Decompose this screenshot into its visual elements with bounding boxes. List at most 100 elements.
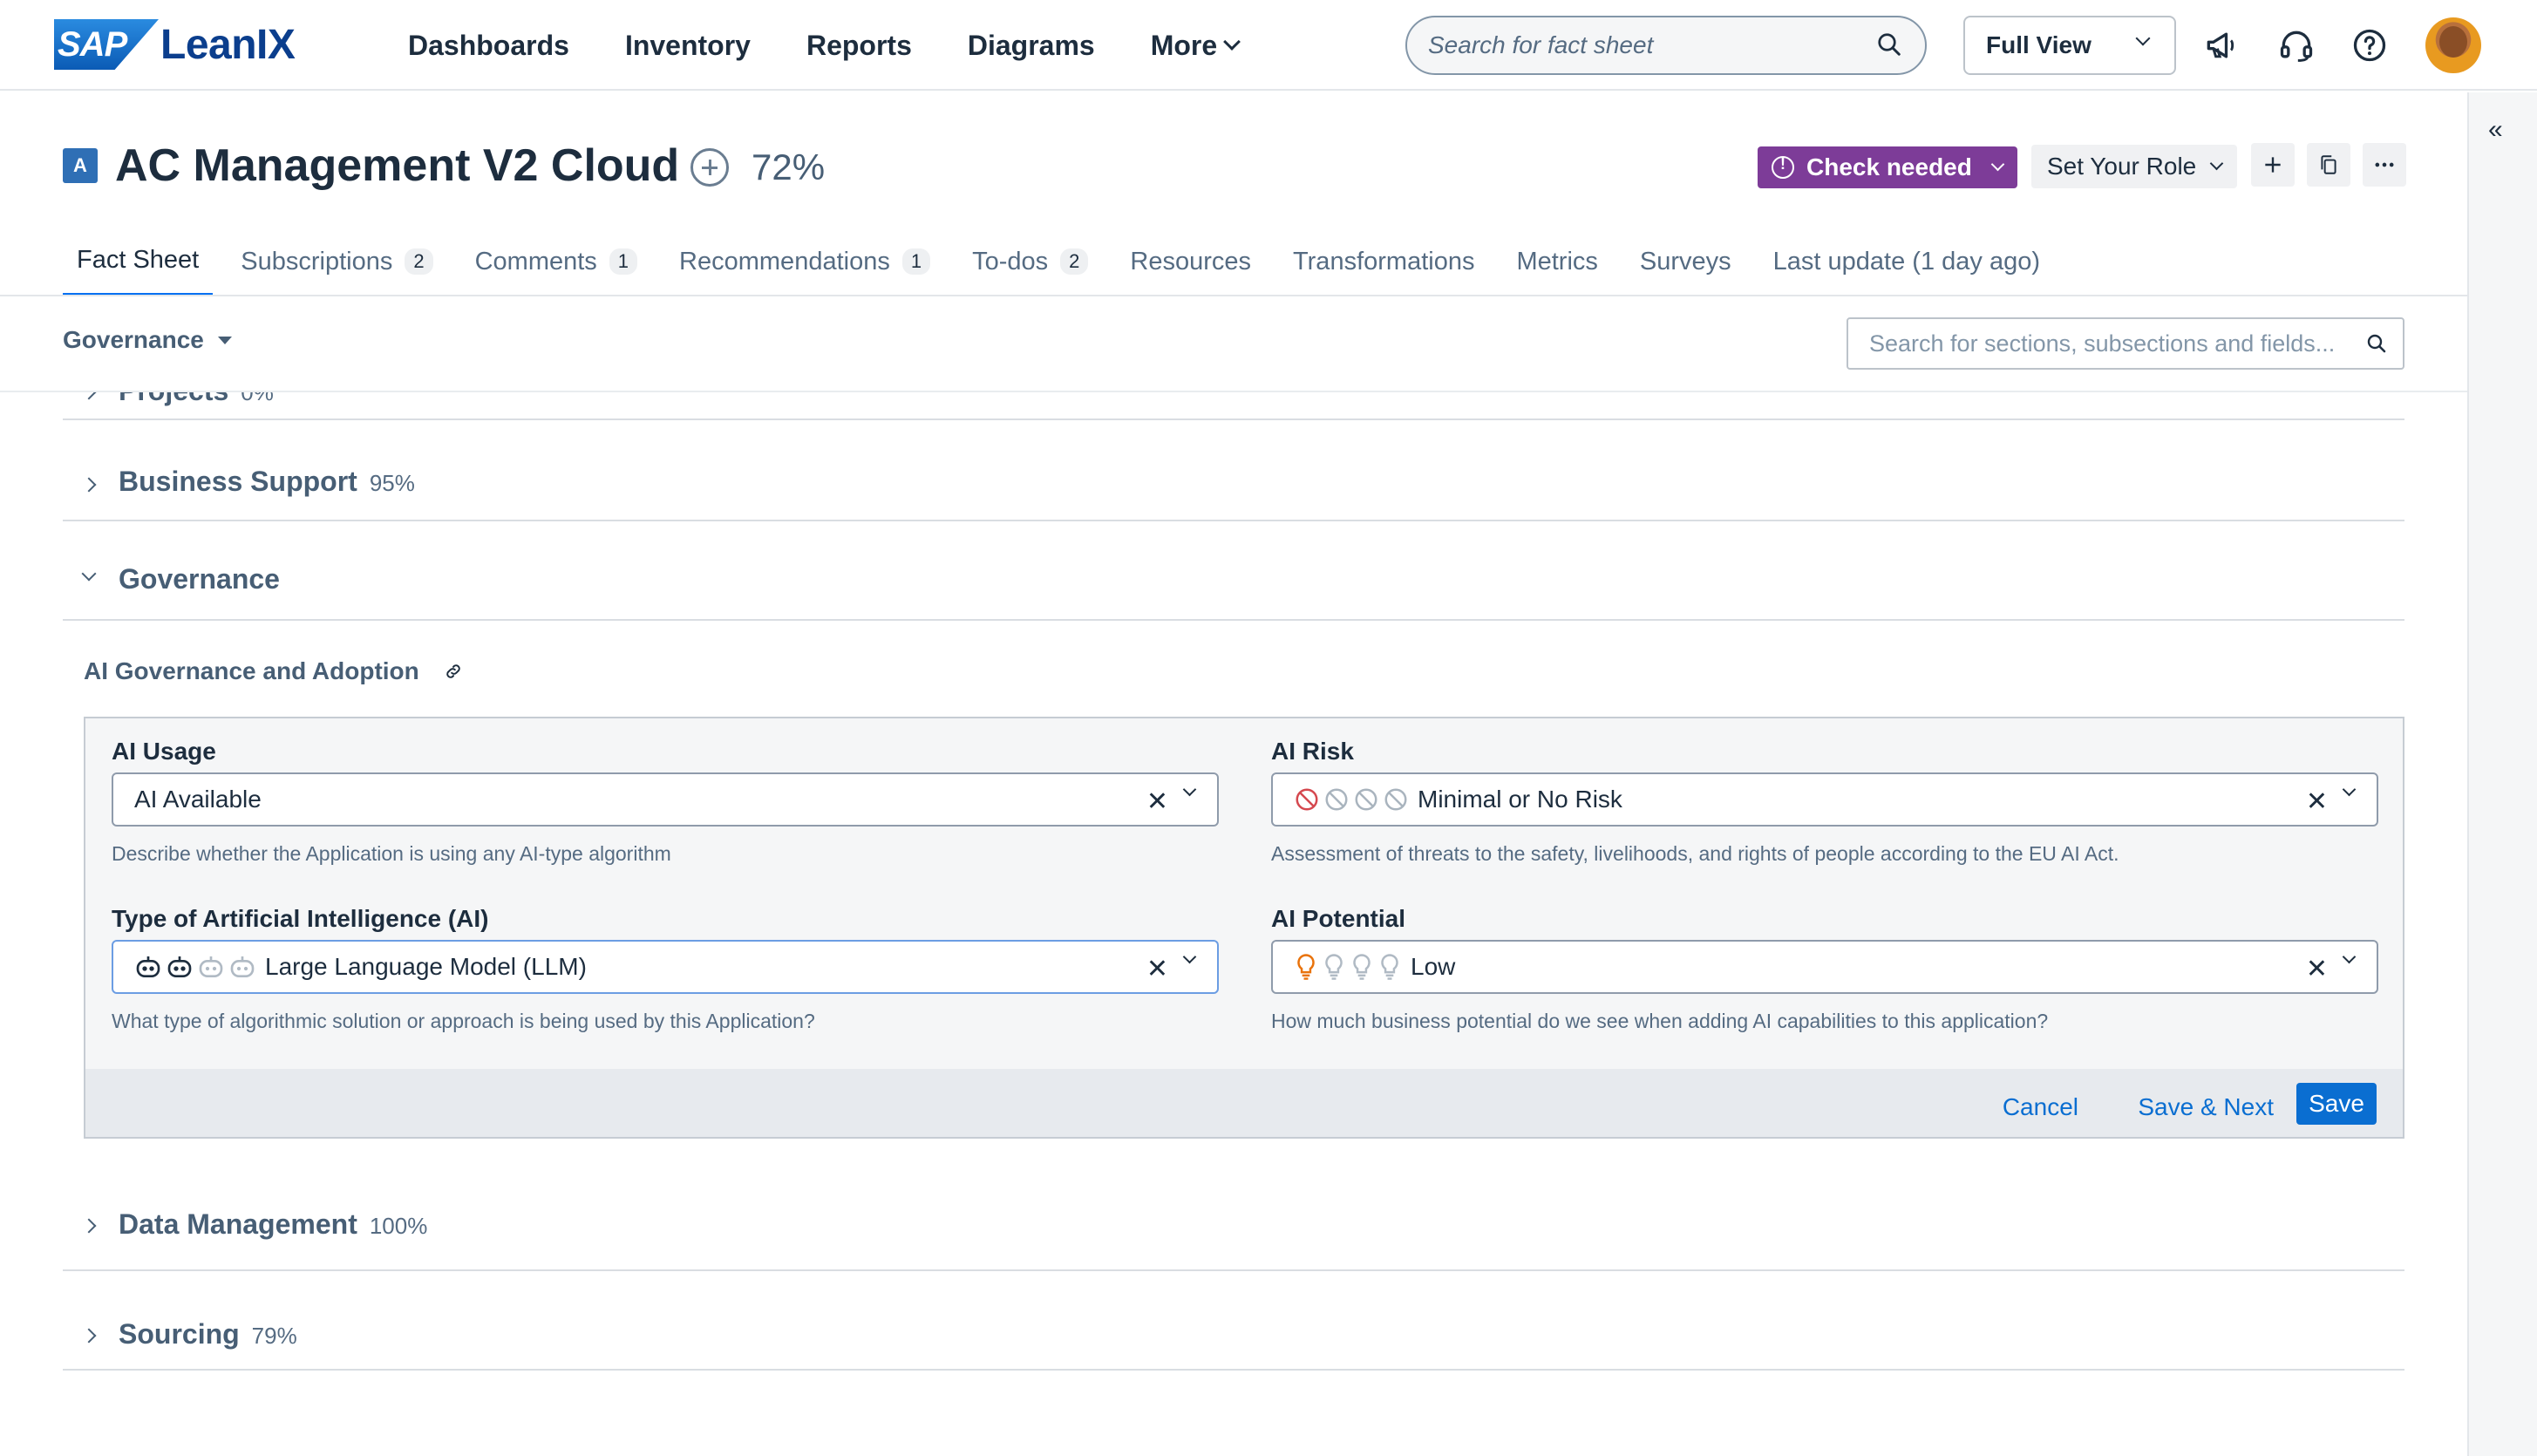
tab-fact-sheet[interactable]: Fact Sheet bbox=[63, 227, 214, 296]
risk-level-icons bbox=[1294, 786, 1409, 813]
field-label: AI Potential bbox=[1271, 905, 1406, 932]
ai-type-select[interactable]: Large Language Model (LLM) ✕ bbox=[112, 940, 1219, 994]
section-select[interactable]: Governance bbox=[63, 326, 232, 354]
tab-count-badge: 2 bbox=[1060, 248, 1089, 275]
section-search-input[interactable] bbox=[1848, 319, 2354, 368]
section-search bbox=[1847, 317, 2404, 370]
ai-usage-select[interactable]: AI Available ✕ bbox=[112, 772, 1219, 827]
clear-icon[interactable]: ✕ bbox=[1146, 786, 1168, 817]
top-navigation: SAP LeanIX Dashboards Inventory Reports … bbox=[0, 0, 2537, 91]
fact-sheet-search-input[interactable] bbox=[1407, 17, 1843, 73]
subsection-title: AI Governance and Adoption bbox=[84, 657, 463, 685]
chevron-down-icon[interactable] bbox=[2342, 782, 2357, 797]
chevron-right-icon bbox=[81, 1218, 97, 1234]
set-role-button[interactable]: Set Your Role bbox=[2031, 145, 2237, 188]
field-label: AI Risk bbox=[1271, 738, 1354, 765]
help-icon[interactable] bbox=[2350, 26, 2389, 65]
more-actions-button[interactable] bbox=[2363, 143, 2406, 187]
copy-button[interactable] bbox=[2307, 143, 2350, 187]
tab-last-update[interactable]: Last update (1 day ago) bbox=[1759, 227, 2054, 296]
tab-comments[interactable]: Comments 1 bbox=[461, 227, 651, 296]
lightbulb-icon bbox=[1353, 954, 1371, 980]
chevron-down-icon[interactable] bbox=[2342, 949, 2357, 964]
prohibited-icon bbox=[1296, 788, 1318, 811]
chevron-down-icon[interactable] bbox=[1182, 949, 1197, 964]
chevron-down-icon bbox=[1223, 33, 1241, 51]
cancel-button[interactable]: Cancel bbox=[2003, 1093, 2078, 1121]
view-select-value: Full View bbox=[1986, 31, 2091, 58]
tab-label: Recommendations bbox=[679, 247, 890, 276]
tab-count-badge: 2 bbox=[405, 248, 433, 275]
link-icon[interactable] bbox=[444, 662, 463, 681]
tab-resources[interactable]: Resources bbox=[1116, 227, 1265, 296]
ai-usage-value: AI Available bbox=[134, 786, 262, 813]
caret-down-icon bbox=[217, 336, 232, 344]
plus-icon bbox=[2265, 157, 2281, 173]
robot-icon bbox=[199, 956, 223, 977]
ai-risk-select[interactable]: Minimal or No Risk ✕ bbox=[1271, 772, 2378, 827]
tab-recommendations[interactable]: Recommendations 1 bbox=[665, 227, 944, 296]
tab-todos[interactable]: To-dos 2 bbox=[958, 227, 1102, 296]
ai-potential-field: AI Potential Low ✕ How much business pot… bbox=[1271, 905, 2378, 1033]
user-avatar[interactable] bbox=[2425, 17, 2481, 73]
tab-label: Last update (1 day ago) bbox=[1772, 247, 2040, 276]
field-label: Type of Artificial Intelligence (AI) bbox=[112, 905, 489, 932]
nav-more[interactable]: More bbox=[1151, 30, 1241, 62]
ai-potential-select[interactable]: Low ✕ bbox=[1271, 940, 2378, 994]
copy-icon bbox=[2321, 155, 2336, 174]
fact-sheet-content: Projects0% Business Support95% Governanc… bbox=[0, 392, 2467, 1456]
clear-icon[interactable]: ✕ bbox=[2306, 954, 2328, 984]
tab-label: Comments bbox=[474, 247, 597, 276]
nav-diagrams[interactable]: Diagrams bbox=[968, 30, 1095, 62]
tab-label: Metrics bbox=[1516, 247, 1598, 276]
tab-label: Surveys bbox=[1639, 247, 1731, 276]
tab-label: Transformations bbox=[1293, 247, 1475, 276]
headset-icon[interactable] bbox=[2277, 26, 2316, 65]
add-circle-icon[interactable] bbox=[690, 148, 729, 187]
add-button[interactable] bbox=[2251, 143, 2295, 187]
chevron-down-icon[interactable] bbox=[1182, 782, 1197, 797]
ai-risk-field: AI Risk Minimal or No Risk ✕ Assessment … bbox=[1271, 738, 2378, 866]
lightbulb-icon bbox=[1381, 954, 1398, 980]
section-title-text: Business Support bbox=[119, 466, 357, 497]
section-governance[interactable]: Governance bbox=[63, 521, 2404, 621]
prohibited-icon bbox=[1325, 788, 1348, 811]
section-sourcing[interactable]: Sourcing 79% bbox=[63, 1271, 2404, 1371]
prohibited-icon bbox=[1384, 788, 1407, 811]
completion-score[interactable]: 72% bbox=[752, 146, 825, 188]
section-data-management[interactable]: Data Management 100% bbox=[63, 1187, 2404, 1271]
chevron-down-icon bbox=[81, 566, 97, 582]
tab-count-badge: 1 bbox=[609, 248, 638, 275]
double-chevron-left-icon[interactable]: « bbox=[2488, 115, 2503, 145]
fact-sheet-tabs: Fact Sheet Subscriptions 2 Comments 1 Reco… bbox=[63, 227, 2068, 296]
field-help-text: How much business potential do we see wh… bbox=[1271, 1010, 2049, 1032]
tab-subscriptions[interactable]: Subscriptions 2 bbox=[227, 227, 446, 296]
section-business-support[interactable]: Business Support 95% bbox=[63, 392, 2404, 521]
sap-logo-mark: SAP bbox=[54, 19, 159, 70]
prohibited-icon bbox=[1355, 788, 1377, 811]
nav-inventory[interactable]: Inventory bbox=[625, 30, 751, 62]
check-needed-button[interactable]: Check needed bbox=[1758, 146, 2017, 188]
fact-sheet-type-badge: A bbox=[63, 148, 98, 183]
tab-surveys[interactable]: Surveys bbox=[1626, 227, 1745, 296]
search-icon[interactable] bbox=[1876, 31, 1902, 58]
section-title: Business Support 95% bbox=[119, 466, 415, 498]
nav-dashboards[interactable]: Dashboards bbox=[408, 30, 569, 62]
save-next-button[interactable]: Save & Next bbox=[2138, 1093, 2274, 1121]
megaphone-icon[interactable] bbox=[2202, 26, 2241, 65]
clear-icon[interactable]: ✕ bbox=[1146, 954, 1168, 984]
save-button[interactable]: Save bbox=[2296, 1083, 2377, 1125]
nav-reports[interactable]: Reports bbox=[806, 30, 912, 62]
section-completion: 100% bbox=[369, 1213, 428, 1239]
section-select-value: Governance bbox=[63, 326, 204, 353]
tab-metrics[interactable]: Metrics bbox=[1502, 227, 1611, 296]
tabs-divider bbox=[0, 295, 2467, 296]
view-select[interactable]: Full View bbox=[1963, 16, 2176, 75]
sap-leanix-logo[interactable]: SAP LeanIX bbox=[54, 19, 296, 70]
section-title-text: Sourcing bbox=[119, 1318, 240, 1350]
robot-icon bbox=[136, 956, 160, 977]
search-icon[interactable] bbox=[2366, 333, 2387, 354]
tab-transformations[interactable]: Transformations bbox=[1279, 227, 1488, 296]
section-completion: 95% bbox=[369, 470, 415, 496]
clear-icon[interactable]: ✕ bbox=[2306, 786, 2328, 817]
